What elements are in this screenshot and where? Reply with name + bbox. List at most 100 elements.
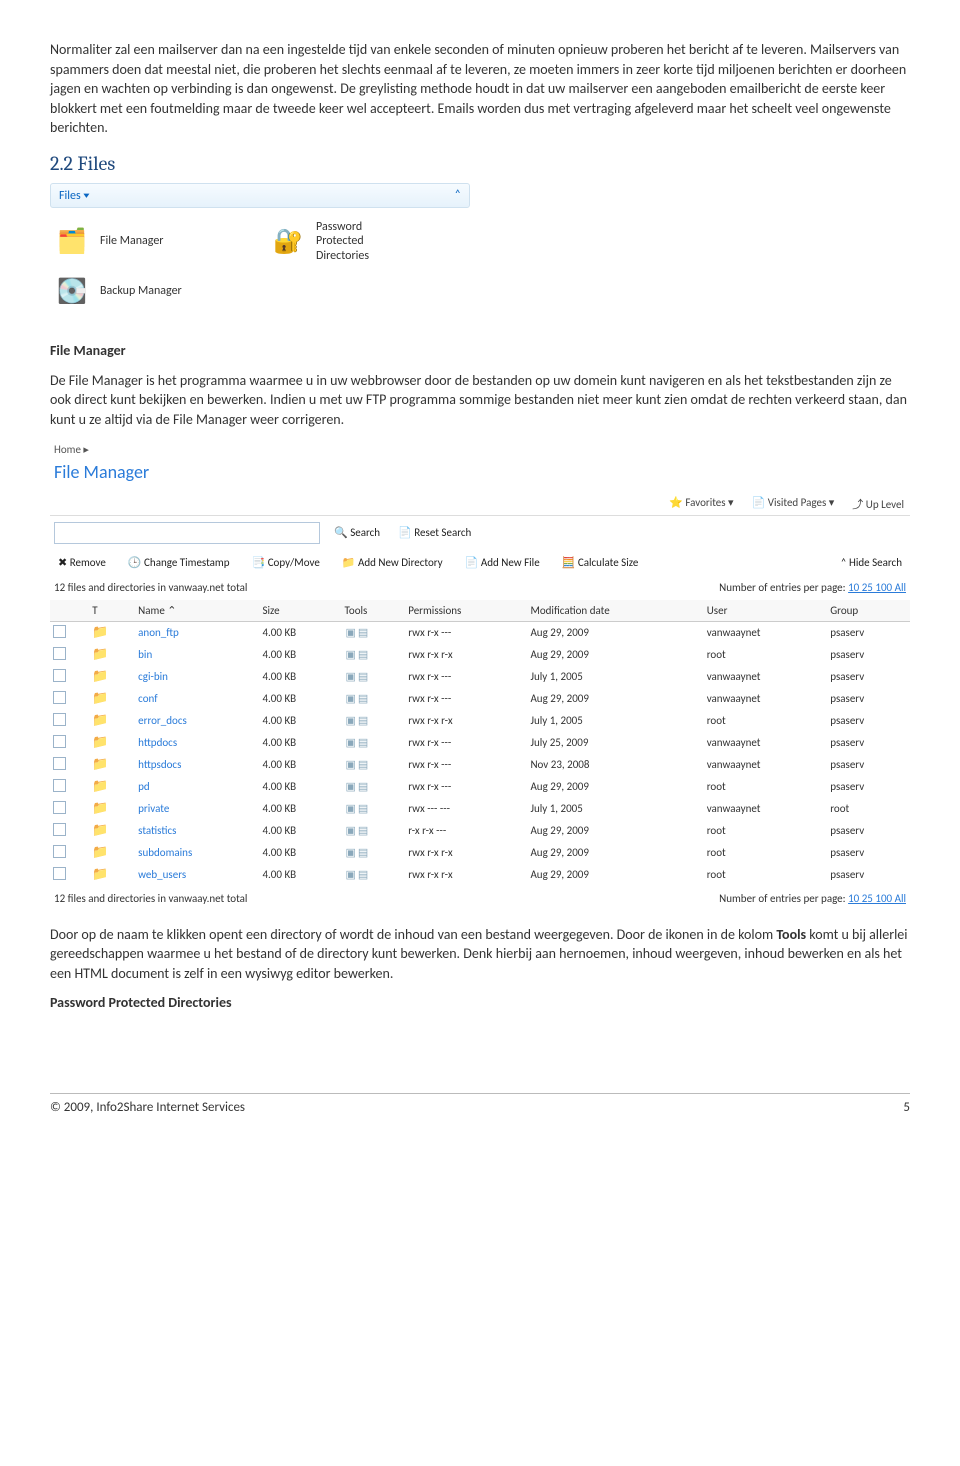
- files-panel-header[interactable]: Files ▾ ˄: [50, 183, 470, 208]
- row-tools[interactable]: ▣▤: [342, 621, 406, 644]
- column-header[interactable]: Tools: [342, 600, 406, 622]
- tool-icon[interactable]: ▣: [346, 758, 356, 771]
- file-name-link[interactable]: subdomains: [138, 846, 192, 859]
- row-checkbox[interactable]: [53, 735, 66, 748]
- row-tools[interactable]: ▣▤: [342, 688, 406, 710]
- column-header[interactable]: [50, 600, 89, 622]
- calculate-size-button[interactable]: 🧮 Calculate Size: [558, 554, 643, 571]
- file-size: 4.00 KB: [259, 688, 341, 710]
- file-date: Aug 29, 2009: [527, 688, 703, 710]
- copy-move-button[interactable]: 📑 Copy/Move: [248, 554, 324, 571]
- row-checkbox[interactable]: [53, 801, 66, 814]
- tool-icon[interactable]: ▤: [358, 692, 368, 705]
- tool-icon[interactable]: ▤: [358, 868, 368, 881]
- tool-icon[interactable]: ▣: [346, 648, 356, 661]
- file-name-link[interactable]: anon_ftp: [138, 626, 179, 639]
- table-row: 📁anon_ftp4.00 KB▣▤rwx r-x ---Aug 29, 200…: [50, 621, 910, 644]
- add-file-button[interactable]: 📄 Add New File: [461, 554, 544, 571]
- row-checkbox[interactable]: [53, 845, 66, 858]
- file-size: 4.00 KB: [259, 842, 341, 864]
- tool-icon[interactable]: ▤: [358, 758, 368, 771]
- tool-icon[interactable]: ▣: [346, 670, 356, 683]
- row-tools[interactable]: ▣▤: [342, 710, 406, 732]
- breadcrumb[interactable]: Home ▸: [50, 440, 910, 459]
- row-checkbox[interactable]: [53, 691, 66, 704]
- tool-icon[interactable]: ▤: [358, 846, 368, 859]
- tool-icon[interactable]: ▤: [358, 648, 368, 661]
- column-header[interactable]: Permissions: [405, 600, 527, 622]
- file-name-link[interactable]: error_docs: [138, 714, 187, 727]
- row-tools[interactable]: ▣▤: [342, 776, 406, 798]
- tool-icon[interactable]: ▤: [358, 736, 368, 749]
- add-directory-button[interactable]: 📁 Add New Directory: [338, 554, 447, 571]
- file-name-link[interactable]: statistics: [138, 824, 176, 837]
- tool-icon[interactable]: ▣: [346, 714, 356, 727]
- row-checkbox[interactable]: [53, 669, 66, 682]
- row-tools[interactable]: ▣▤: [342, 820, 406, 842]
- row-checkbox[interactable]: [53, 823, 66, 836]
- column-header[interactable]: Group: [827, 600, 910, 622]
- row-checkbox[interactable]: [53, 647, 66, 660]
- row-tools[interactable]: ▣▤: [342, 798, 406, 820]
- row-tools[interactable]: ▣▤: [342, 864, 406, 886]
- tool-icon[interactable]: ▣: [346, 802, 356, 815]
- hide-search-button[interactable]: ˄ Hide Search: [837, 554, 906, 571]
- tool-icon[interactable]: ▣: [346, 626, 356, 639]
- table-row: 📁web_users4.00 KB▣▤rwx r-x r-xAug 29, 20…: [50, 864, 910, 886]
- file-user: vanwaaynet: [704, 798, 828, 820]
- visited-pages-menu[interactable]: 📄 Visited Pages ▾: [752, 496, 835, 512]
- file-name-link[interactable]: httpdocs: [138, 736, 177, 749]
- tool-icon[interactable]: ▣: [346, 824, 356, 837]
- file-user: root: [704, 820, 828, 842]
- tool-icon[interactable]: ▤: [358, 780, 368, 793]
- row-checkbox[interactable]: [53, 779, 66, 792]
- tool-icon[interactable]: ▤: [358, 670, 368, 683]
- column-header[interactable]: Name ⌃: [135, 600, 259, 622]
- file-size: 4.00 KB: [259, 820, 341, 842]
- row-checkbox[interactable]: [53, 713, 66, 726]
- row-tools[interactable]: ▣▤: [342, 644, 406, 666]
- file-name-link[interactable]: web_users: [138, 868, 186, 881]
- column-header[interactable]: Modification date: [527, 600, 703, 622]
- reset-search-button[interactable]: 📄 Reset Search: [394, 524, 475, 541]
- change-timestamp-button[interactable]: 🕒 Change Timestamp: [124, 554, 234, 571]
- tool-icon[interactable]: ▣: [346, 780, 356, 793]
- tool-icon[interactable]: ▣: [346, 692, 356, 705]
- tool-icon[interactable]: ▤: [358, 714, 368, 727]
- collapse-icon[interactable]: ˄: [455, 188, 461, 202]
- search-input[interactable]: [54, 522, 320, 544]
- column-header[interactable]: T: [89, 600, 135, 622]
- file-name-link[interactable]: bin: [138, 648, 152, 661]
- up-level-button[interactable]: ⤴ Up Level: [852, 496, 904, 512]
- tool-icon[interactable]: ▣: [346, 846, 356, 859]
- row-checkbox[interactable]: [53, 757, 66, 770]
- tool-icon[interactable]: ▤: [358, 824, 368, 837]
- row-tools[interactable]: ▣▤: [342, 666, 406, 688]
- file-name-link[interactable]: cgi-bin: [138, 670, 168, 683]
- row-checkbox[interactable]: [53, 625, 66, 638]
- file-date: Aug 29, 2009: [527, 864, 703, 886]
- section-heading-files: 2.2 Files: [50, 152, 910, 175]
- tool-icon[interactable]: ▤: [358, 802, 368, 815]
- row-checkbox[interactable]: [53, 867, 66, 880]
- file-name-link[interactable]: pd: [138, 780, 150, 793]
- file-name-link[interactable]: conf: [138, 692, 157, 705]
- tool-icon[interactable]: ▤: [358, 626, 368, 639]
- file-permissions: rwx r-x ---: [405, 754, 527, 776]
- favorites-menu[interactable]: ⭐ Favorites ▾: [669, 496, 733, 512]
- file-name-link[interactable]: httpsdocs: [138, 758, 181, 771]
- backup-manager-item[interactable]: 💽 Backup Manager: [54, 273, 250, 309]
- remove-button[interactable]: ✖ Remove: [54, 554, 110, 571]
- search-button[interactable]: 🔍 Search: [330, 524, 384, 541]
- tool-icon[interactable]: ▣: [346, 868, 356, 881]
- column-header[interactable]: User: [704, 600, 828, 622]
- file-name-link[interactable]: private: [138, 802, 169, 815]
- tool-icon[interactable]: ▣: [346, 736, 356, 749]
- row-tools[interactable]: ▣▤: [342, 754, 406, 776]
- password-protected-item[interactable]: 🔐 Password Protected Directories: [270, 220, 466, 263]
- file-group: psaserv: [827, 776, 910, 798]
- row-tools[interactable]: ▣▤: [342, 732, 406, 754]
- file-manager-item[interactable]: 🗂️ File Manager: [54, 220, 250, 263]
- column-header[interactable]: Size: [259, 600, 341, 622]
- row-tools[interactable]: ▣▤: [342, 842, 406, 864]
